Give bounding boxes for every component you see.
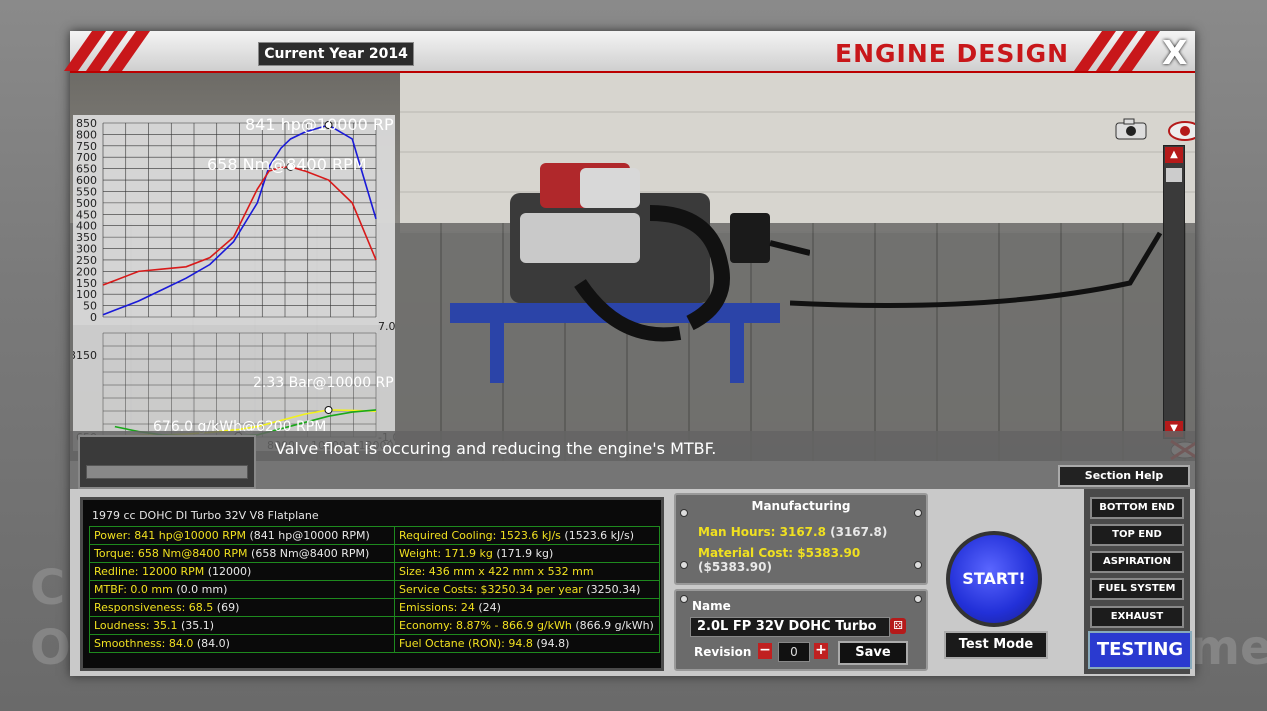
section-help-button[interactable]: Section Help (1058, 465, 1190, 487)
stat-right: Economy: 8.87% - 866.9 g/kWh (866.9 g/kW… (394, 616, 660, 635)
boost-peak-label: 2.33 Bar@10000 RPM (253, 375, 395, 391)
stat-left: MTBF: 0.0 mm (0.0 mm) (89, 580, 395, 599)
background-text-right: me (1190, 620, 1267, 676)
nav-exhaust[interactable]: EXHAUST (1090, 606, 1184, 628)
screw (680, 561, 688, 569)
revision-label: Revision (694, 645, 752, 659)
material-cost: Material Cost: $5383.90 ($5383.90) (698, 546, 861, 574)
stat-left: Responsiveness: 68.5 (69) (89, 598, 395, 617)
performance-graphs: 8508007507006506005505004504003503002502… (73, 115, 395, 451)
power-chart-bg (73, 115, 395, 325)
stats-row: Responsiveness: 68.5 (69) Emissions: 24 (… (89, 598, 660, 617)
screw (680, 595, 688, 603)
eye-icon[interactable] (1167, 120, 1195, 142)
nav-bottom-end[interactable]: BOTTOM END (1090, 497, 1184, 519)
y-tick-label: 0 (90, 311, 97, 324)
manufacturing-title: Manufacturing (751, 499, 851, 513)
page-title: ENGINE DESIGN (835, 39, 1070, 68)
stat-right: Required Cooling: 1523.6 kJ/s (1523.6 kJ… (394, 526, 660, 545)
name-label: Name (692, 599, 731, 613)
man-hours: Man Hours: 3167.8 (3167.8) (698, 525, 888, 539)
stats-row: Power: 841 hp@10000 RPM (841 hp@10000 RP… (89, 526, 660, 545)
stats-row: Redline: 12000 RPM (12000) Size: 436 mm x… (89, 562, 660, 581)
camera-icon[interactable] (1114, 117, 1148, 141)
stat-right: Size: 436 mm x 422 mm x 532 mm (394, 562, 660, 581)
test-mode-button[interactable]: Test Mode (944, 631, 1048, 659)
scroll-up-arrow-icon[interactable]: ▲ (1165, 147, 1183, 163)
current-year-label: Current Year 2014 (258, 42, 414, 66)
power-peak-label: 841 hp@10000 RPM (245, 115, 395, 134)
stat-right: Fuel Octane (RON): 94.8 (94.8) (394, 634, 660, 653)
stats-row: Torque: 658 Nm@8400 RPM (658 Nm@8400 RPM… (89, 544, 660, 563)
zoom-scrollbar[interactable]: ▲ ▼ (1163, 145, 1185, 439)
stat-left: Loudness: 35.1 (35.1) (89, 616, 395, 635)
close-button[interactable]: X (1162, 33, 1187, 72)
screw (914, 595, 922, 603)
stat-right: Service Costs: $3250.34 per year (3250.3… (394, 580, 660, 599)
background-text-left2: O (30, 620, 71, 676)
stat-left: Torque: 658 Nm@8400 RPM (658 Nm@8400 RPM… (89, 544, 395, 563)
name-panel: Name 2.0L FP 32V DOHC Turbo ⚄ Revision −… (674, 589, 928, 671)
engine-description: 1979 cc DOHC DI Turbo 32V V8 Flatplane (92, 509, 319, 522)
stats-row: Smoothness: 84.0 (84.0) Fuel Octane (RON)… (89, 634, 660, 653)
title-bar: Current Year 2014 ENGINE DESIGN X (63, 31, 1195, 73)
peak-marker (324, 405, 333, 414)
engine-design-window: Current Year 2014 ENGINE DESIGN X 850 800… (63, 31, 1195, 676)
stat-right: Emissions: 24 (24) (394, 598, 660, 617)
message-slider[interactable] (86, 465, 248, 479)
hose (790, 231, 1163, 308)
scroll-thumb[interactable] (1166, 168, 1182, 182)
torque-peak-label: 658 Nm@8400 RPM (207, 155, 367, 174)
randomize-name-icon[interactable]: ⚄ (890, 618, 906, 634)
left-tick-label: 3150 (73, 349, 97, 362)
nav-aspiration[interactable]: ASPIRATION (1090, 551, 1184, 573)
stats-row: MTBF: 0.0 mm (0.0 mm) Service Costs: $325… (89, 580, 660, 599)
nav-top-end[interactable]: TOP END (1090, 524, 1184, 546)
stat-right: Weight: 171.9 kg (171.9 kg) (394, 544, 660, 563)
save-button[interactable]: Save (838, 641, 908, 665)
right-tick-label: 7.0 (378, 320, 395, 333)
nav-testing[interactable]: TESTING (1088, 631, 1192, 669)
manufacturing-panel: Manufacturing Man Hours: 3167.8 (3167.8)… (674, 493, 928, 585)
stat-left: Power: 841 hp@10000 RPM (841 hp@10000 RP… (89, 526, 395, 545)
engine-stats-panel: 1979 cc DOHC DI Turbo 32V V8 Flatplane P… (80, 497, 664, 671)
engine-name-input[interactable]: 2.0L FP 32V DOHC Turbo (690, 617, 890, 637)
start-button[interactable]: START! (946, 531, 1042, 627)
nav-fuel-system[interactable]: FUEL SYSTEM (1090, 578, 1184, 600)
revision-increment-button[interactable]: + (814, 643, 828, 659)
stats-table: Power: 841 hp@10000 RPM (841 hp@10000 RP… (89, 526, 660, 653)
background-text-left: C (30, 560, 66, 616)
message-history-box (78, 435, 256, 489)
stat-left: Smoothness: 84.0 (84.0) (89, 634, 395, 653)
engine-3d-viewport[interactable]: 850 800 750 700 650 600 550 500 450 400 350 300 250 2… (70, 73, 1195, 461)
stat-left: Redline: 12000 RPM (12000) (89, 562, 395, 581)
warning-message: Valve float is occuring and reducing the… (275, 439, 717, 458)
engine-model (450, 163, 810, 383)
revision-decrement-button[interactable]: − (758, 643, 772, 659)
revision-value: 0 (778, 642, 810, 662)
stats-row: Loudness: 35.1 (35.1) Economy: 8.87% - 86… (89, 616, 660, 635)
